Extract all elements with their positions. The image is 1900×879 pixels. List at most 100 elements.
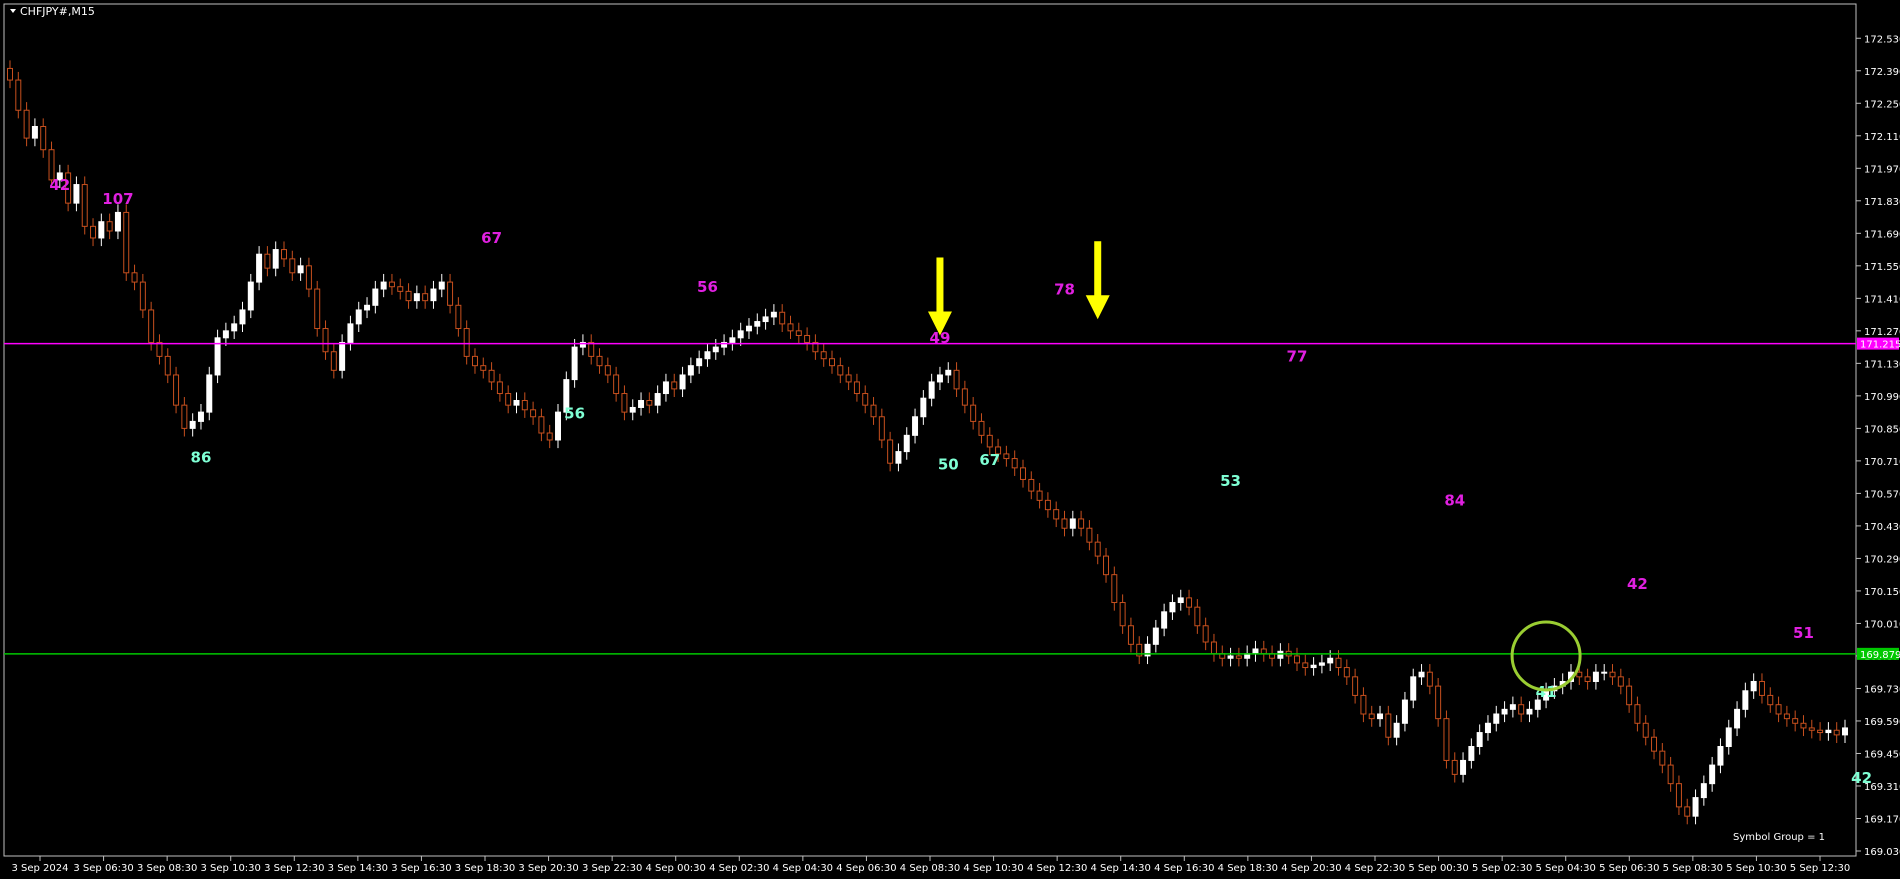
bull-candle: [1717, 746, 1724, 766]
bear-candle: [1667, 764, 1674, 785]
time-tick-label: 4 Sep 16:30: [1154, 863, 1214, 874]
bear-candle: [422, 293, 429, 302]
time-tick-label: 4 Sep 22:30: [1345, 863, 1405, 874]
trough-count-label: 42: [1851, 769, 1872, 787]
bull-candle: [762, 316, 769, 323]
bear-candle: [123, 211, 130, 274]
price-tick-label: 169.450: [1864, 749, 1900, 760]
time-tick-label: 3 Sep 20:30: [518, 863, 578, 874]
bear-candle: [787, 323, 794, 332]
bear-candle: [1617, 676, 1624, 687]
bull-candle: [770, 311, 777, 318]
bear-candle: [1368, 713, 1375, 720]
bull-candle: [347, 323, 354, 343]
bear-candle: [455, 304, 462, 330]
price-tick-label: 172.250: [1864, 99, 1900, 110]
bear-candle: [1435, 685, 1442, 720]
bear-candle: [1659, 750, 1666, 766]
bull-candle: [737, 330, 744, 339]
bear-candle: [1194, 606, 1201, 627]
bear-candle: [853, 381, 860, 395]
time-tick-label: 3 Sep 14:30: [328, 863, 388, 874]
bear-candle: [1634, 704, 1641, 724]
price-tick-label: 169.730: [1864, 684, 1900, 695]
time-tick-label: 3 Sep 22:30: [582, 863, 642, 874]
bear-candle: [829, 358, 836, 367]
bear-candle: [480, 365, 487, 371]
peak-count-label: 42: [1627, 575, 1648, 593]
bull-candle: [114, 211, 121, 232]
bear-candle: [1011, 458, 1018, 469]
bull-candle: [1742, 690, 1749, 710]
bear-candle: [15, 79, 22, 111]
chart-window[interactable]: 172.530 172.390 172.250 172.110 171.970 171.8…: [0, 0, 1900, 875]
bear-candle: [604, 365, 611, 376]
peak-count-label: 77: [1287, 348, 1308, 366]
bull-candle: [355, 309, 362, 325]
peak-count-label: 78: [1054, 280, 1075, 298]
bear-candle: [1451, 759, 1458, 775]
time-tick-label: 4 Sep 06:30: [836, 863, 896, 874]
symbol-title-group[interactable]: CHFJPY#,M15: [10, 5, 95, 18]
bear-candle: [1094, 541, 1101, 557]
bear-candle: [330, 351, 337, 371]
bull-candle: [903, 434, 910, 453]
time-tick-label: 4 Sep 08:30: [900, 863, 960, 874]
bull-candle: [729, 337, 736, 343]
bull-candle: [1501, 708, 1508, 715]
time-tick-label: 4 Sep 10:30: [963, 863, 1023, 874]
bear-candle: [405, 290, 412, 302]
bull-candle: [1169, 602, 1176, 613]
time-tick-label: 3 Sep 18:30: [455, 863, 515, 874]
bear-candle: [1443, 718, 1450, 761]
bull-candle: [654, 393, 661, 406]
bull-candle: [1601, 671, 1608, 674]
time-tick-label: 3 Sep 08:30: [137, 863, 197, 874]
bear-candle: [804, 334, 811, 343]
time-tick-label: 4 Sep 20:30: [1281, 863, 1341, 874]
price-tick-label: 170.990: [1864, 392, 1900, 403]
bear-candle: [845, 374, 852, 383]
bull-candle: [754, 321, 761, 327]
bear-candle: [1202, 625, 1209, 643]
bull-candle: [1227, 655, 1234, 659]
time-tick-label: 4 Sep 04:30: [773, 863, 833, 874]
price-tick-label: 171.410: [1864, 294, 1900, 305]
bear-candle: [289, 258, 296, 274]
bull-candle: [696, 358, 703, 367]
time-tick-label: 3 Sep 10:30: [201, 863, 261, 874]
bear-candle: [1036, 490, 1043, 501]
bull-candle: [1534, 699, 1541, 710]
bear-candle: [1626, 685, 1633, 706]
price-tick-label: 170.010: [1864, 619, 1900, 630]
bull-candle: [1377, 713, 1384, 720]
bull-candle: [1468, 746, 1475, 761]
bull-candle: [438, 281, 445, 290]
bear-candle: [538, 416, 545, 434]
bear-candle: [1385, 713, 1392, 738]
bull-candle: [1252, 648, 1259, 655]
time-tick-label: 3 Sep 06:30: [73, 863, 133, 874]
bear-candle: [305, 265, 312, 290]
bear-candle: [596, 355, 603, 367]
trough-count-label: 56: [564, 405, 585, 423]
trough-count-label: 86: [191, 449, 212, 467]
bear-candle: [953, 369, 960, 390]
time-tick-label: 5 Sep 12:30: [1790, 863, 1850, 874]
time-tick-label: 4 Sep 12:30: [1027, 863, 1087, 874]
bear-candle: [164, 355, 171, 376]
bear-candle: [1808, 727, 1815, 731]
bear-candle: [471, 355, 478, 367]
time-tick-label: 3 Sep 2024: [11, 863, 68, 874]
bear-candle: [131, 272, 138, 283]
bull-candle: [339, 341, 346, 371]
bull-candle: [413, 293, 420, 302]
bull-candle: [1484, 722, 1491, 734]
peak-count-label: 84: [1444, 492, 1465, 510]
bear-candle: [1651, 736, 1658, 752]
bear-candle: [1642, 722, 1649, 738]
bear-candle: [887, 439, 894, 464]
bull-candle: [712, 346, 719, 353]
bull-candle: [380, 281, 387, 290]
bear-candle: [546, 432, 553, 441]
